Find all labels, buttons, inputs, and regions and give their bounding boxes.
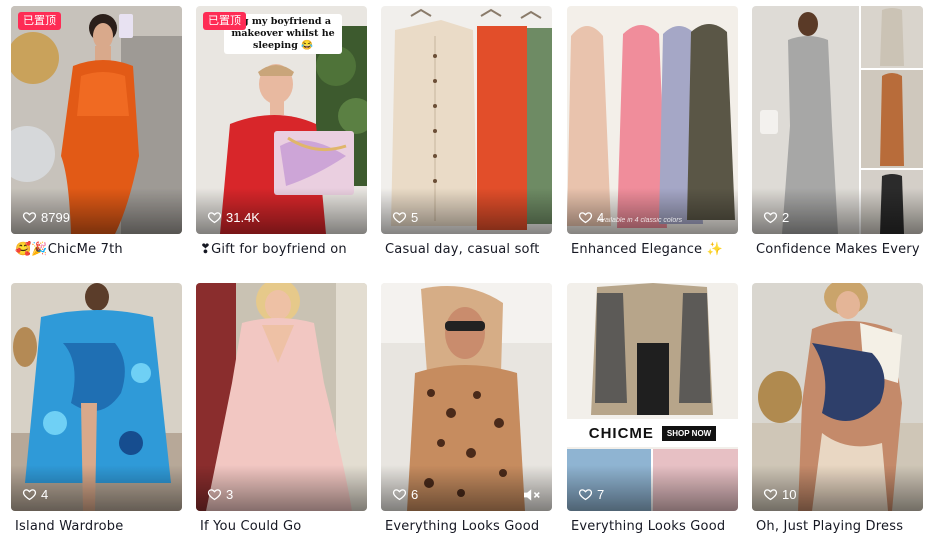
heart-outline-icon (578, 489, 593, 501)
video-thumbnail[interactable]: ng my boyfriend a makeover whilst he sle… (196, 6, 367, 234)
video-card[interactable]: 10 Oh, Just Playing Dress (752, 283, 923, 537)
heart-outline-icon (392, 489, 407, 501)
video-caption[interactable]: Everything Looks Good (567, 517, 738, 537)
heart-outline-icon (578, 212, 593, 224)
like-count: 10 (763, 487, 796, 502)
like-count-value: 6 (411, 487, 419, 502)
like-count: 8799 (22, 210, 70, 225)
video-card[interactable]: Available in 4 classic colors 4 Enhanced… (567, 6, 738, 260)
like-count: 2 (763, 210, 789, 225)
like-count: 4 (578, 210, 604, 225)
video-caption[interactable]: Island Wardrobe (11, 517, 182, 537)
video-caption[interactable]: Oh, Just Playing Dress (752, 517, 923, 537)
like-count-value: 5 (411, 210, 419, 225)
brand-logo: CHICME (588, 424, 654, 442)
video-overlay-text: Available in 4 classic colors (597, 217, 683, 224)
video-thumbnail[interactable]: 6 (381, 283, 552, 511)
pinned-badge: 已置顶 (18, 12, 61, 30)
video-caption[interactable]: ❣Gift for boyfriend on (196, 240, 367, 260)
heart-outline-icon (22, 212, 37, 224)
video-thumbnail[interactable]: 3 (196, 283, 367, 511)
video-caption[interactable]: 🥰🎉ChicMe 7th (11, 240, 182, 260)
heart-outline-icon (392, 212, 407, 224)
heart-outline-icon (207, 489, 222, 501)
video-thumbnail[interactable]: 2 (752, 6, 923, 234)
video-card[interactable]: 5 Casual day, casual soft (381, 6, 552, 260)
video-card[interactable]: 3 If You Could Go (196, 283, 367, 537)
like-count: 4 (22, 487, 48, 502)
pinned-badge: 已置顶 (203, 12, 246, 30)
like-count: 3 (207, 487, 233, 502)
like-count-value: 4 (41, 487, 49, 502)
like-count: 6 (392, 487, 418, 502)
video-caption[interactable]: If You Could Go (196, 517, 367, 537)
video-thumbnail[interactable]: Available in 4 classic colors 4 (567, 6, 738, 234)
heart-outline-icon (207, 212, 222, 224)
video-card[interactable]: ng my boyfriend a makeover whilst he sle… (196, 6, 367, 260)
like-count: 5 (392, 210, 418, 225)
video-thumbnail[interactable]: 已置顶 8799 (11, 6, 182, 234)
like-count-value: 31.4K (226, 210, 260, 225)
video-thumbnail[interactable]: 4 (11, 283, 182, 511)
like-count-value: 8799 (41, 210, 70, 225)
video-caption[interactable]: Everything Looks Good (381, 517, 552, 537)
video-caption[interactable]: Enhanced Elegance ✨ (567, 240, 738, 260)
video-card[interactable]: 4 Island Wardrobe (11, 283, 182, 537)
like-count-value: 2 (782, 210, 790, 225)
video-card[interactable]: 已置顶 8799 🥰🎉ChicMe 7th (11, 6, 182, 260)
video-thumbnail[interactable]: 10 (752, 283, 923, 511)
like-count: 31.4K (207, 210, 260, 225)
video-card[interactable]: 6 Everything Looks Good (381, 283, 552, 537)
heart-outline-icon (763, 489, 778, 501)
video-caption[interactable]: Confidence Makes Every (752, 240, 923, 260)
video-card[interactable]: CHICME SHOP NOW 7 Everything Looks Good (567, 283, 738, 537)
video-thumbnail[interactable]: 5 (381, 6, 552, 234)
video-grid: 已置顶 8799 🥰🎉ChicMe 7th ng my boyfriend a … (0, 0, 931, 544)
like-count-value: 3 (226, 487, 234, 502)
heart-outline-icon (763, 212, 778, 224)
video-caption[interactable]: Casual day, casual soft (381, 240, 552, 260)
like-count: 7 (578, 487, 604, 502)
like-count-value: 7 (597, 487, 605, 502)
speaker-muted-icon[interactable] (522, 487, 542, 503)
like-count-value: 10 (782, 487, 797, 502)
brand-banner: CHICME SHOP NOW (567, 419, 738, 447)
like-count-value: 4 (597, 210, 605, 225)
heart-outline-icon (22, 489, 37, 501)
shop-now-label: SHOP NOW (661, 425, 717, 441)
video-thumbnail[interactable]: CHICME SHOP NOW 7 (567, 283, 738, 511)
video-card[interactable]: 2 Confidence Makes Every (752, 6, 923, 260)
